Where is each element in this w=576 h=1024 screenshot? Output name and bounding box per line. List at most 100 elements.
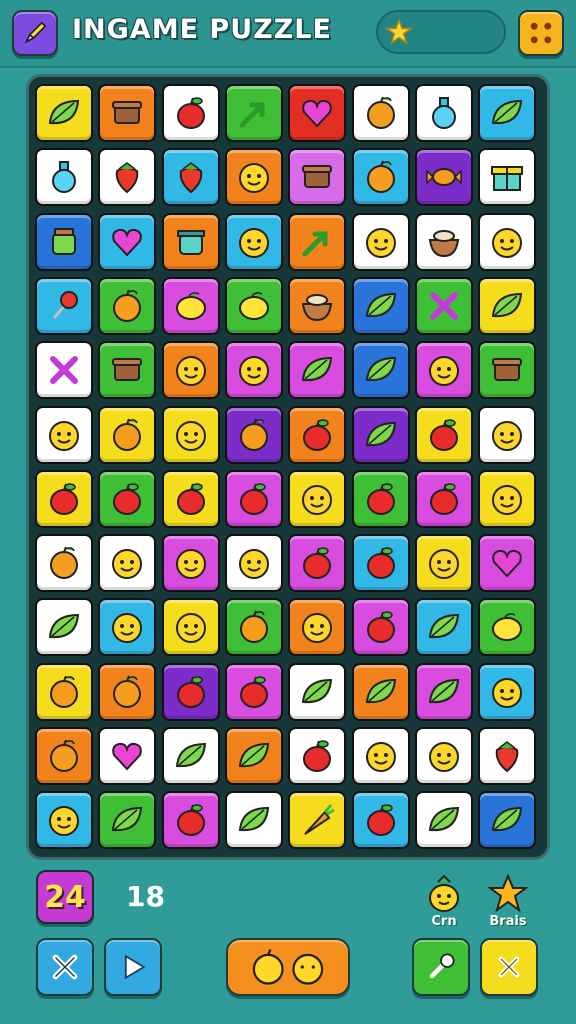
board-tile[interactable]: [478, 276, 537, 335]
board-tile[interactable]: [288, 534, 347, 593]
board-tile[interactable]: [414, 791, 473, 850]
board-tile[interactable]: [288, 276, 347, 335]
board-tile[interactable]: [98, 341, 157, 400]
board-tile[interactable]: [478, 469, 537, 528]
board-tile[interactable]: [161, 148, 220, 207]
board-tile[interactable]: [288, 791, 347, 850]
board-tile[interactable]: [414, 662, 473, 721]
board-tile[interactable]: [351, 212, 410, 271]
board-tile[interactable]: [224, 341, 283, 400]
board-tile[interactable]: [224, 662, 283, 721]
board-tile[interactable]: [161, 727, 220, 785]
board-tile[interactable]: [288, 662, 347, 721]
board-tile[interactable]: [161, 791, 220, 850]
board-tile[interactable]: [351, 405, 410, 464]
board-tile[interactable]: [161, 598, 220, 657]
board-tile[interactable]: [98, 727, 157, 785]
close-button[interactable]: [36, 938, 94, 996]
board-tile[interactable]: [161, 469, 220, 528]
board-tile[interactable]: [478, 405, 537, 464]
board-tile[interactable]: [351, 84, 410, 142]
fruit-button[interactable]: [226, 938, 350, 996]
board-tile[interactable]: [478, 791, 537, 850]
board-tile[interactable]: [351, 598, 410, 657]
board-tile[interactable]: [414, 405, 473, 464]
board-tile[interactable]: [98, 212, 157, 271]
board-tile[interactable]: [351, 276, 410, 335]
board-tile[interactable]: [224, 534, 283, 593]
cancel-button[interactable]: [480, 938, 538, 996]
dice-button[interactable]: [518, 10, 564, 56]
board-tile[interactable]: [478, 662, 537, 721]
board-tile[interactable]: [35, 662, 93, 721]
board-tile[interactable]: [288, 84, 347, 142]
board-tile[interactable]: [98, 598, 157, 657]
board-tile[interactable]: [478, 341, 537, 400]
board-tile[interactable]: [414, 469, 473, 528]
board-tile[interactable]: [414, 276, 473, 335]
board-tile[interactable]: [224, 148, 283, 207]
board-tile[interactable]: [288, 148, 347, 207]
board-tile[interactable]: [224, 405, 283, 464]
board-tile[interactable]: [414, 212, 473, 271]
board-tile[interactable]: [98, 791, 157, 850]
board-tile[interactable]: [98, 405, 157, 464]
board-tile[interactable]: [161, 662, 220, 721]
board-tile[interactable]: [98, 662, 157, 721]
board-tile[interactable]: [478, 212, 537, 271]
board-tile[interactable]: [161, 405, 220, 464]
board-tile[interactable]: [224, 727, 283, 785]
board-tile[interactable]: [98, 469, 157, 528]
board-tile[interactable]: [288, 469, 347, 528]
board-tile[interactable]: [288, 727, 347, 785]
board-tile[interactable]: [35, 727, 93, 785]
board-tile[interactable]: [414, 84, 473, 142]
board-tile[interactable]: [414, 727, 473, 785]
board-tile[interactable]: [288, 212, 347, 271]
board-tile[interactable]: [414, 148, 473, 207]
board-tile[interactable]: [98, 148, 157, 207]
board-tile[interactable]: [351, 469, 410, 528]
board-tile[interactable]: [414, 341, 473, 400]
board-tile[interactable]: [351, 148, 410, 207]
menu-button[interactable]: [12, 10, 58, 56]
board-tile[interactable]: [478, 534, 537, 593]
board-tile[interactable]: [224, 276, 283, 335]
board-tile[interactable]: [98, 84, 157, 142]
board-tile[interactable]: [35, 598, 93, 657]
board-tile[interactable]: [414, 598, 473, 657]
board-tile[interactable]: [98, 276, 157, 335]
board-tile[interactable]: [478, 148, 537, 207]
board-tile[interactable]: [414, 534, 473, 593]
board-tile[interactable]: [478, 727, 537, 785]
board-tile[interactable]: [161, 341, 220, 400]
board-tile[interactable]: [288, 405, 347, 464]
board-tile[interactable]: [35, 212, 93, 271]
pin-button[interactable]: [412, 938, 470, 996]
board-tile[interactable]: [351, 341, 410, 400]
board-tile[interactable]: [478, 84, 537, 142]
board-tile[interactable]: [35, 791, 93, 850]
board-tile[interactable]: [351, 662, 410, 721]
board-tile[interactable]: [161, 84, 220, 142]
board-tile[interactable]: [35, 148, 93, 207]
board-tile[interactable]: [478, 598, 537, 657]
board-tile[interactable]: [351, 727, 410, 785]
board-tile[interactable]: [35, 534, 93, 593]
board-tile[interactable]: [35, 84, 93, 142]
board-tile[interactable]: [224, 598, 283, 657]
board-tile[interactable]: [35, 469, 93, 528]
board-tile[interactable]: [351, 791, 410, 850]
board-tile[interactable]: [35, 405, 93, 464]
board-tile[interactable]: [35, 276, 93, 335]
board-tile[interactable]: [161, 276, 220, 335]
board-tile[interactable]: [98, 534, 157, 593]
board-tile[interactable]: [161, 212, 220, 271]
board-tile[interactable]: [288, 341, 347, 400]
board-tile[interactable]: [224, 212, 283, 271]
board-tile[interactable]: [288, 598, 347, 657]
board-tile[interactable]: [224, 84, 283, 142]
board-tile[interactable]: [161, 534, 220, 593]
board-tile[interactable]: [224, 469, 283, 528]
board-tile[interactable]: [224, 791, 283, 850]
